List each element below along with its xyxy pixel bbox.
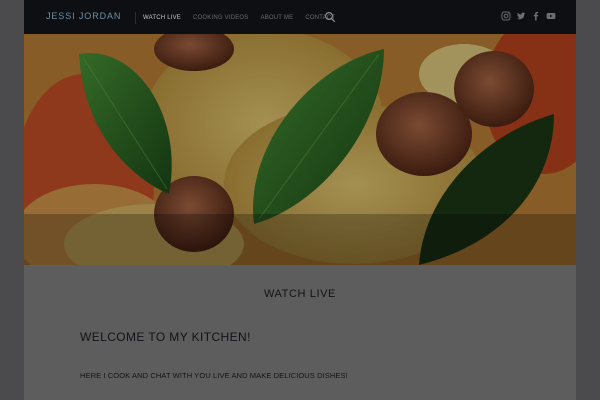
nav-item-cooking-videos[interactable]: COOKING VIDEOS	[193, 15, 248, 21]
site-brand[interactable]: JESSI JORDAN	[46, 11, 121, 21]
nav-separator	[135, 12, 136, 24]
welcome-heading: WELCOME TO MY KITCHEN!	[80, 330, 251, 344]
facebook-icon[interactable]	[531, 11, 541, 21]
youtube-icon[interactable]	[546, 11, 556, 21]
twitter-icon[interactable]	[516, 11, 526, 21]
top-navbar: JESSI JORDAN WATCH LIVE COOKING VIDEOS A…	[24, 0, 576, 34]
nav-item-about-me[interactable]: ABOUT ME	[261, 15, 294, 21]
section-title: WATCH LIVE	[263, 288, 336, 300]
search-icon[interactable]	[324, 11, 336, 23]
main-nav: WATCH LIVE COOKING VIDEOS ABOUT ME CONTA…	[135, 12, 347, 24]
nav-item-watch-live[interactable]: WATCH LIVE	[143, 15, 181, 21]
instagram-icon[interactable]	[501, 11, 511, 21]
social-links	[496, 11, 556, 21]
intro-text: HERE I COOK AND CHAT WITH YOU LIVE AND M…	[80, 371, 348, 380]
hero-image	[24, 34, 576, 265]
hero-dim-overlay	[24, 34, 576, 265]
